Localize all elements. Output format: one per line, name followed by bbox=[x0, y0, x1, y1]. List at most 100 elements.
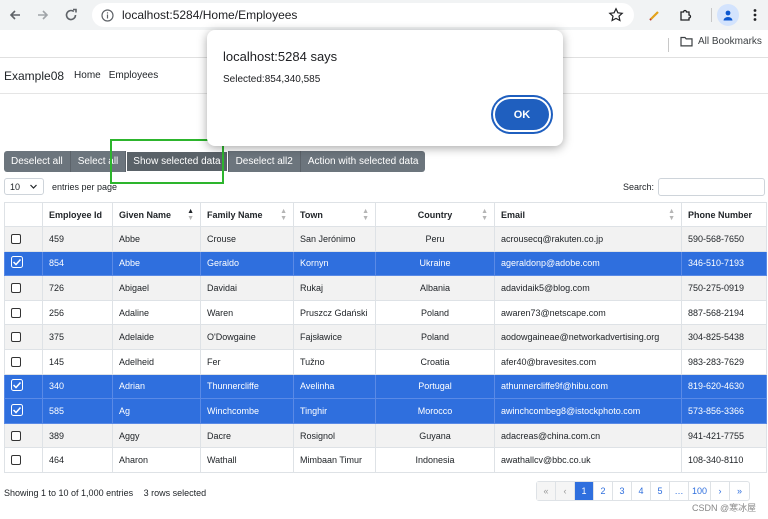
cell-country: Albania bbox=[375, 275, 495, 301]
alert-dialog: localhost:5284 says Selected:854,340,585… bbox=[207, 30, 563, 146]
cell-family-name: Geraldo bbox=[200, 250, 294, 277]
action-with-selected-data-button[interactable]: Action with selected data bbox=[301, 151, 426, 172]
table-row[interactable]: 459 Abbe Crouse San Jerónimo Peru acrousecq@r… bbox=[4, 226, 767, 252]
nav-link-home[interactable]: Home bbox=[74, 70, 101, 81]
cell-phone-number: 819-620-4630 bbox=[681, 373, 767, 400]
row-select-cell[interactable] bbox=[4, 398, 43, 424]
checkbox[interactable] bbox=[11, 455, 21, 466]
row-select-cell[interactable] bbox=[4, 447, 43, 473]
checkbox[interactable] bbox=[11, 283, 21, 294]
row-select-cell[interactable] bbox=[4, 324, 43, 350]
page-length-select[interactable]: 10 bbox=[4, 178, 44, 195]
checkbox-checked-icon[interactable] bbox=[11, 379, 23, 392]
extensions-button[interactable] bbox=[676, 6, 694, 24]
cell-given-name: Abbe bbox=[112, 226, 201, 252]
sort-icon: ▲ ▼ bbox=[280, 208, 287, 222]
browser-menu-button[interactable] bbox=[746, 6, 764, 24]
page-button[interactable]: 2 bbox=[594, 482, 613, 500]
page-button[interactable]: 1 bbox=[575, 482, 594, 500]
dialog-ok-button[interactable]: OK bbox=[495, 99, 549, 130]
page-length-value: 10 bbox=[10, 181, 21, 192]
row-select-cell[interactable] bbox=[4, 373, 43, 400]
page-button[interactable]: ‹ bbox=[556, 482, 575, 500]
cell-family-name: Fer bbox=[200, 348, 294, 375]
table-row[interactable]: 726 Abigael Davidai Rukaj Albania adavidaik5@… bbox=[4, 275, 767, 301]
datatable-button-group: Deselect all Select all Show selected da… bbox=[4, 151, 426, 172]
page-length-control: 10 entries per page bbox=[4, 178, 117, 195]
table-row[interactable]: 389 Aggy Dacre Rosignol Guyana adacreas@china… bbox=[4, 422, 767, 449]
cell-family-name: Winchcombe bbox=[200, 398, 294, 424]
row-select-cell[interactable] bbox=[4, 250, 43, 277]
table-row[interactable]: 145 Adelheid Fer Tužno Croatia afer40@bravesi… bbox=[4, 348, 767, 375]
cell-phone-number: 573-856-3366 bbox=[681, 398, 767, 424]
checkbox-checked-icon[interactable] bbox=[11, 256, 23, 269]
column-header-country[interactable]: Country ▲ ▼ bbox=[375, 202, 495, 227]
page-button[interactable]: › bbox=[711, 482, 731, 500]
page-button[interactable]: 4 bbox=[632, 482, 651, 500]
column-header-given-name[interactable]: Given Name ▲ ▼ bbox=[112, 202, 201, 227]
back-button[interactable] bbox=[6, 6, 24, 24]
dialog-title: localhost:5284 says bbox=[223, 49, 338, 64]
column-header-label: Family Name bbox=[207, 209, 263, 220]
table-row[interactable]: 375 Adelaide O'Dowgaine Fajsławice Poland aod… bbox=[4, 324, 767, 350]
cell-employee-id: 145 bbox=[42, 348, 113, 375]
page-button[interactable]: » bbox=[730, 482, 749, 500]
reload-icon bbox=[65, 8, 77, 21]
column-header-employee-id[interactable]: Employee Id bbox=[42, 202, 113, 227]
table-row[interactable]: 340 Adrian Thunnercliffe Avelinha Portugal at… bbox=[4, 373, 767, 400]
checkbox[interactable] bbox=[11, 307, 21, 318]
page-button[interactable]: 100 bbox=[689, 482, 712, 500]
nav-link-employees[interactable]: Employees bbox=[109, 70, 158, 81]
checkbox[interactable] bbox=[11, 234, 21, 245]
table-row[interactable]: 256 Adaline Waren Pruszcz Gdański Poland awar… bbox=[4, 299, 767, 326]
all-bookmarks-button[interactable]: All Bookmarks bbox=[680, 36, 762, 47]
show-selected-data-button[interactable]: Show selected data bbox=[126, 151, 229, 172]
row-select-cell[interactable] bbox=[4, 299, 43, 326]
cell-given-name: Abbe bbox=[112, 250, 201, 277]
column-header-family-name[interactable]: Family Name ▲ ▼ bbox=[200, 202, 294, 227]
deselect-all-button[interactable]: Deselect all bbox=[4, 151, 71, 172]
select-all-button[interactable]: Select all bbox=[71, 151, 127, 172]
profile-avatar[interactable] bbox=[717, 4, 739, 26]
column-header-town[interactable]: Town ▲ ▼ bbox=[293, 202, 376, 227]
bookmark-star-icon[interactable] bbox=[608, 7, 624, 23]
checkbox[interactable] bbox=[11, 332, 21, 343]
address-bar[interactable]: localhost:5284/Home/Employees bbox=[92, 3, 634, 27]
page-button[interactable]: 5 bbox=[651, 482, 670, 500]
column-header-email[interactable]: Email ▲ ▼ bbox=[494, 202, 682, 227]
site-info-icon[interactable] bbox=[100, 8, 114, 22]
cell-family-name: Thunnercliffe bbox=[200, 373, 294, 400]
table-row[interactable]: 854 Abbe Geraldo Kornyn Ukraine ageraldonp@ad… bbox=[4, 250, 767, 277]
row-select-cell[interactable] bbox=[4, 348, 43, 375]
cell-email: awinchcombeg8@istockphoto.com bbox=[494, 398, 682, 424]
page-button[interactable]: … bbox=[670, 482, 689, 500]
cell-given-name: Aharon bbox=[112, 447, 201, 473]
puzzle-icon bbox=[680, 9, 692, 21]
sort-icon: ▲ ▼ bbox=[481, 208, 488, 222]
cell-town: Mimbaan Timur bbox=[293, 447, 376, 473]
checkbox-checked-icon[interactable] bbox=[11, 403, 23, 416]
table-row[interactable]: 464 Aharon Wathall Mimbaan Timur Indonesia aw… bbox=[4, 447, 767, 473]
search-input[interactable] bbox=[658, 178, 766, 196]
row-select-cell[interactable] bbox=[4, 226, 43, 252]
deselect-all2-button[interactable]: Deselect all2 bbox=[229, 151, 301, 172]
table-row[interactable]: 585 Ag Winchcombe Tinghir Morocco awinchcombe… bbox=[4, 398, 767, 424]
row-select-cell[interactable] bbox=[4, 422, 43, 449]
column-header-phone-number[interactable]: Phone Number bbox=[681, 202, 767, 227]
page-button[interactable]: « bbox=[537, 482, 556, 500]
cell-email: awaren73@netscape.com bbox=[494, 299, 682, 326]
cell-country: Poland bbox=[375, 324, 495, 350]
forward-button[interactable] bbox=[34, 6, 52, 24]
checkbox[interactable] bbox=[11, 357, 21, 368]
reload-button[interactable] bbox=[62, 6, 80, 24]
pen-extension-button[interactable] bbox=[646, 6, 664, 24]
cell-employee-id: 256 bbox=[42, 299, 113, 326]
page-button[interactable]: 3 bbox=[613, 482, 632, 500]
cell-given-name: Aggy bbox=[112, 422, 201, 449]
select-column-header[interactable] bbox=[4, 202, 43, 227]
cell-town: Pruszcz Gdański bbox=[293, 299, 376, 326]
column-header-label: Phone Number bbox=[688, 209, 753, 220]
checkbox[interactable] bbox=[11, 430, 21, 441]
row-select-cell[interactable] bbox=[4, 275, 43, 301]
brand-link[interactable]: Example08 bbox=[4, 69, 64, 83]
